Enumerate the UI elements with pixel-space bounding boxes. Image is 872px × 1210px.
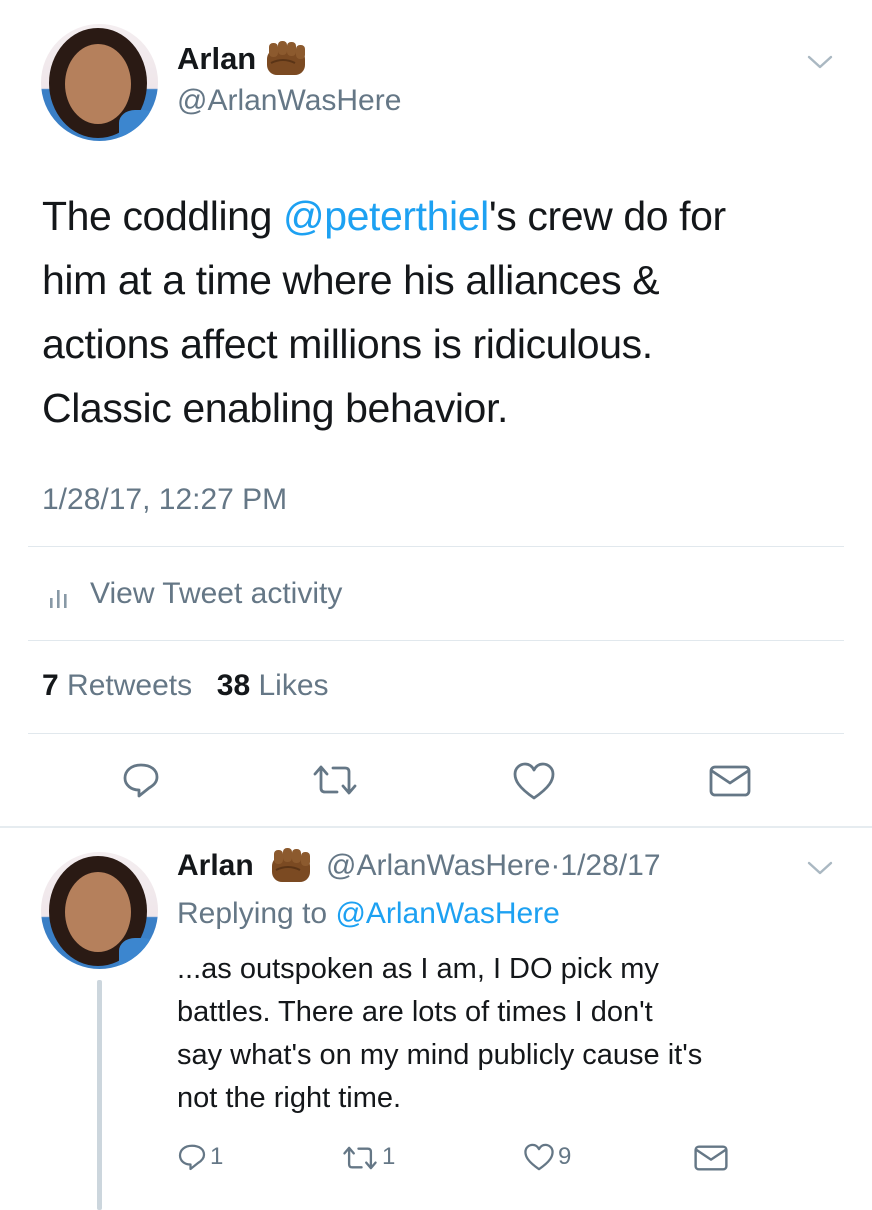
- fist-emoji: [268, 846, 316, 886]
- meta-separator: ·: [550, 849, 561, 882]
- author-name[interactable]: Arlan: [177, 41, 256, 77]
- chevron-down-icon[interactable]: [806, 52, 834, 72]
- mention-link[interactable]: @peterthiel: [283, 193, 489, 239]
- avatar[interactable]: [41, 852, 158, 969]
- divider: [28, 640, 844, 641]
- reply-line: battles. There are lots of times I don't: [177, 996, 653, 1028]
- reply-text: ...as outspoken as I am, I DO pick my ba…: [177, 948, 857, 1120]
- retweet-icon[interactable]: [311, 762, 359, 798]
- view-tweet-activity[interactable]: View Tweet activity: [42, 574, 442, 614]
- thread-line: [97, 980, 102, 1210]
- activity-label: View Tweet activity: [90, 577, 343, 610]
- reply-tweet: Arlan @ArlanWasHere·1/28/17 Replying to …: [0, 828, 872, 1210]
- main-tweet: Arlan @ArlanWasHere The coddling @petert…: [0, 0, 872, 828]
- retweet-count: 1: [382, 1143, 396, 1170]
- engagement-counts: 7 Retweets 38 Likes: [42, 668, 329, 704]
- reply-bubble-icon: [177, 1142, 207, 1172]
- heart-icon[interactable]: [512, 760, 556, 802]
- tweet-line: The coddling @peterthiel's crew do for: [42, 193, 726, 239]
- retweets-label: Retweets: [67, 669, 193, 702]
- replying-to: Replying to @ArlanWasHere: [177, 896, 560, 932]
- author-handle[interactable]: @ArlanWasHere: [177, 84, 401, 118]
- reply-count: 1: [210, 1143, 224, 1170]
- reply-line: say what's on my mind publicly cause it'…: [177, 1039, 703, 1071]
- author-handle[interactable]: @ArlanWasHere: [326, 849, 550, 882]
- like-count: 9: [558, 1143, 572, 1170]
- reply-date[interactable]: 1/28/17: [560, 849, 660, 882]
- replying-to-label: Replying to: [177, 897, 328, 930]
- fist-emoji: [263, 39, 311, 79]
- chevron-down-icon[interactable]: [806, 858, 834, 878]
- tweet-line: him at a time where his alliances &: [42, 257, 660, 303]
- tweet-line: actions affect millions is ridiculous.: [42, 321, 653, 367]
- likes-count: 38: [216, 669, 251, 702]
- bar-chart-icon: [48, 586, 70, 608]
- heart-icon: [523, 1142, 555, 1172]
- reply-action[interactable]: 1: [177, 1140, 257, 1176]
- like-action[interactable]: 9: [523, 1140, 603, 1176]
- retweet-icon: [341, 1144, 379, 1172]
- divider: [28, 546, 844, 547]
- tweet-text: The coddling @peterthiel's crew do for h…: [42, 184, 842, 440]
- reply-header: Arlan: [177, 848, 254, 884]
- divider: [28, 733, 844, 734]
- replying-to-handle[interactable]: @ArlanWasHere: [335, 897, 559, 930]
- retweets-stat[interactable]: 7 Retweets: [42, 669, 192, 702]
- retweets-count: 7: [42, 669, 59, 702]
- envelope-icon[interactable]: [709, 764, 751, 798]
- author-name[interactable]: Arlan: [177, 849, 254, 882]
- avatar[interactable]: [41, 24, 158, 141]
- likes-label: Likes: [258, 669, 329, 702]
- tweet-line: Classic enabling behavior.: [42, 385, 508, 431]
- reply-meta: @ArlanWasHere·1/28/17: [326, 848, 661, 884]
- likes-stat[interactable]: 38 Likes: [217, 669, 329, 702]
- reply-line: not the right time.: [177, 1082, 402, 1114]
- reply-line: ...as outspoken as I am, I DO pick my: [177, 953, 659, 985]
- envelope-icon[interactable]: [694, 1144, 728, 1172]
- reply-bubble-icon[interactable]: [121, 760, 161, 800]
- tweet-timestamp[interactable]: 1/28/17, 12:27 PM: [42, 482, 287, 518]
- retweet-action[interactable]: 1: [341, 1140, 421, 1176]
